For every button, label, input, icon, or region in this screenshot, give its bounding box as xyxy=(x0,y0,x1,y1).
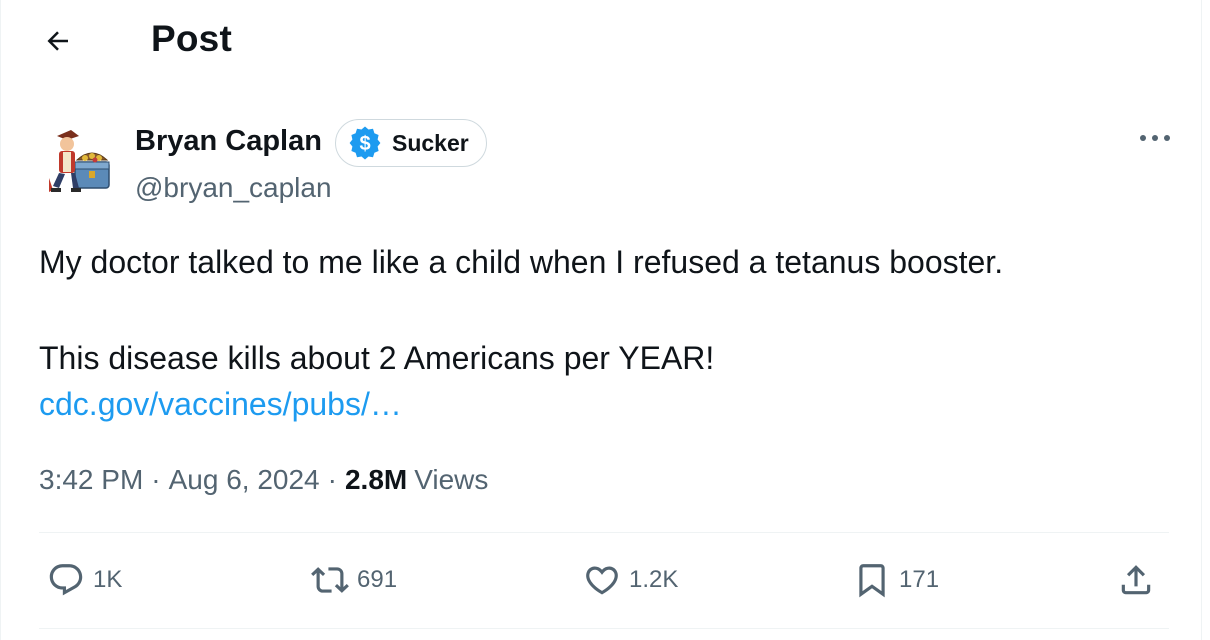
reply-icon xyxy=(49,564,83,596)
views-count: 2.8M xyxy=(344,464,408,495)
affiliate-badge[interactable]: $ Sucker xyxy=(335,119,487,167)
like-button[interactable]: 1.2K xyxy=(583,558,678,602)
post-header: Post xyxy=(1,0,1203,84)
divider xyxy=(39,628,1169,629)
back-button[interactable] xyxy=(35,18,81,64)
arrow-left-icon xyxy=(47,31,68,51)
post-text-line-1: My doctor talked to me like a child when… xyxy=(39,244,1004,280)
post-date[interactable]: Aug 6, 2024 xyxy=(169,464,320,496)
repost-button[interactable]: 691 xyxy=(311,558,397,602)
author-name[interactable]: Bryan Caplan xyxy=(135,125,322,158)
heart-icon xyxy=(586,566,618,595)
post-time[interactable]: 3:42 PM xyxy=(39,464,143,496)
more-options-button[interactable] xyxy=(1133,120,1177,156)
avatar[interactable] xyxy=(37,116,119,198)
meta-separator: · xyxy=(151,464,161,495)
more-horizontal-icon xyxy=(1140,135,1170,141)
repost-count: 691 xyxy=(357,566,398,593)
page-title: Post xyxy=(151,18,232,59)
post-detail-view: Post Bryan Caplan $ Sucker @bryan_caplan xyxy=(0,0,1202,640)
share-button[interactable] xyxy=(1117,558,1155,602)
reply-count: 1K xyxy=(93,566,123,593)
reply-button[interactable]: 1K xyxy=(47,558,122,602)
divider xyxy=(39,532,1169,533)
post-link[interactable]: cdc.gov/vaccines/pubs/… xyxy=(39,386,402,423)
post-text-line-2: This disease kills about 2 Americans per… xyxy=(39,340,715,376)
meta-separator: · xyxy=(327,464,337,495)
bookmark-button[interactable]: 171 xyxy=(853,558,939,602)
bookmark-count: 171 xyxy=(899,566,940,593)
badge-label: Sucker xyxy=(392,129,469,156)
share-icon xyxy=(1121,565,1151,595)
dollar-badge-icon: $ xyxy=(349,126,381,160)
repost-icon xyxy=(311,567,349,593)
views-label: Views xyxy=(414,464,489,495)
author-handle[interactable]: @bryan_caplan xyxy=(135,172,332,204)
bookmark-icon xyxy=(859,564,885,598)
like-count: 1.2K xyxy=(629,566,679,593)
post-meta: 3:42 PM · Aug 6, 2024 · 2.8M Views xyxy=(39,464,488,496)
svg-text:$: $ xyxy=(359,133,370,155)
